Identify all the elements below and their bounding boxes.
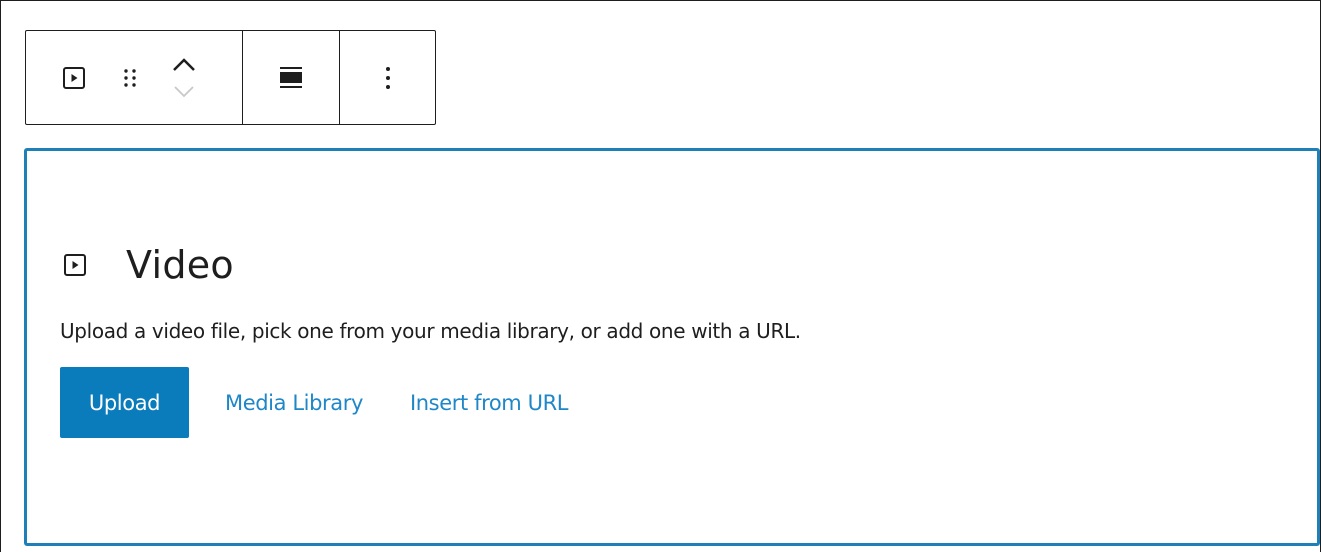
block-movers [166,52,202,104]
media-library-button[interactable]: Media Library [225,391,363,415]
placeholder-actions: Upload Media Library Insert from URL [60,367,569,438]
video-icon [62,247,98,283]
move-up-button[interactable] [166,52,202,78]
block-toolbar [25,30,436,125]
video-icon [63,66,85,89]
chevron-down-icon [174,85,194,97]
drag-handle-icon [124,68,136,87]
options-button[interactable] [370,58,406,98]
chevron-up-icon [173,57,195,71]
align-button[interactable] [271,58,311,98]
upload-button[interactable]: Upload [60,367,189,438]
block-parent-controls [26,31,242,124]
align-wide-icon [280,66,302,88]
block-alignment-group [242,31,339,124]
more-vertical-icon [385,66,390,89]
placeholder-title: Video [126,243,234,287]
drag-handle-button[interactable] [116,60,144,96]
block-type-button[interactable] [56,60,92,96]
move-down-button[interactable] [166,78,202,104]
insert-from-url-button[interactable]: Insert from URL [410,391,569,415]
placeholder-label: Video [62,243,234,287]
placeholder-instructions: Upload a video file, pick one from your … [60,319,801,343]
video-block-placeholder: Video Upload a video file, pick one from… [24,148,1320,546]
block-options-group [339,31,435,124]
